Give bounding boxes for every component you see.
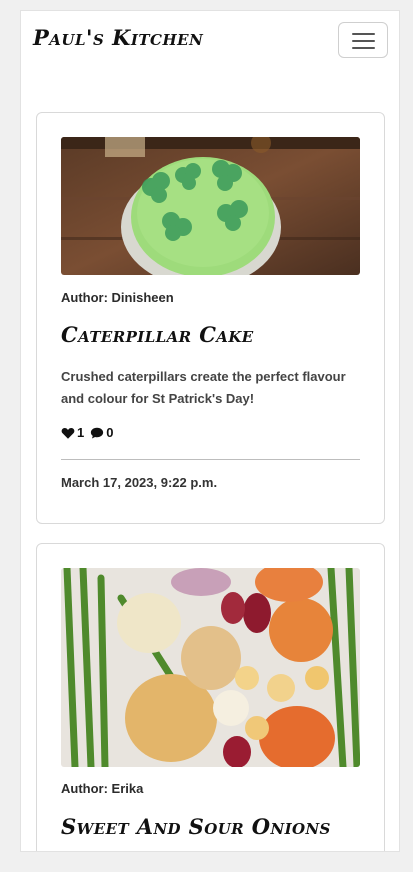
- hamburger-menu-icon-bar: [352, 47, 375, 49]
- post-excerpt: Crushed caterpillars create the perfect …: [61, 369, 346, 406]
- post-card: Author: Erika Sweet And Sour Onions: [36, 543, 385, 851]
- hamburger-menu-icon-bar: [352, 40, 375, 42]
- like-count: 1: [77, 425, 85, 440]
- card-divider: [61, 459, 360, 460]
- post-image[interactable]: [61, 137, 360, 275]
- post-stats: 1 0: [61, 425, 119, 440]
- comment-count: 0: [106, 425, 114, 440]
- post-image[interactable]: [61, 568, 360, 767]
- navbar: Paul's Kitchen: [21, 11, 399, 71]
- cake-photo: [61, 137, 360, 275]
- heart-icon: [61, 426, 75, 440]
- post-title[interactable]: Caterpillar Cake: [61, 322, 254, 347]
- page-frame: Paul's Kitchen Author: Dinisheen Caterpi…: [20, 10, 400, 852]
- post-title[interactable]: Sweet And Sour Onions: [61, 814, 331, 839]
- navbar-toggle-button[interactable]: [338, 22, 388, 58]
- comment-icon: [90, 426, 104, 440]
- hamburger-menu-icon: [352, 33, 375, 35]
- post-date: March 17, 2023, 9:22 p.m.: [61, 475, 218, 490]
- brand-logo[interactable]: Paul's Kitchen: [33, 25, 203, 50]
- post-author: Author: Erika: [61, 781, 144, 796]
- onions-photo: [61, 568, 360, 767]
- post-card: Author: Dinisheen Caterpillar Cake Crush…: [36, 112, 385, 524]
- post-author: Author: Dinisheen: [61, 290, 174, 305]
